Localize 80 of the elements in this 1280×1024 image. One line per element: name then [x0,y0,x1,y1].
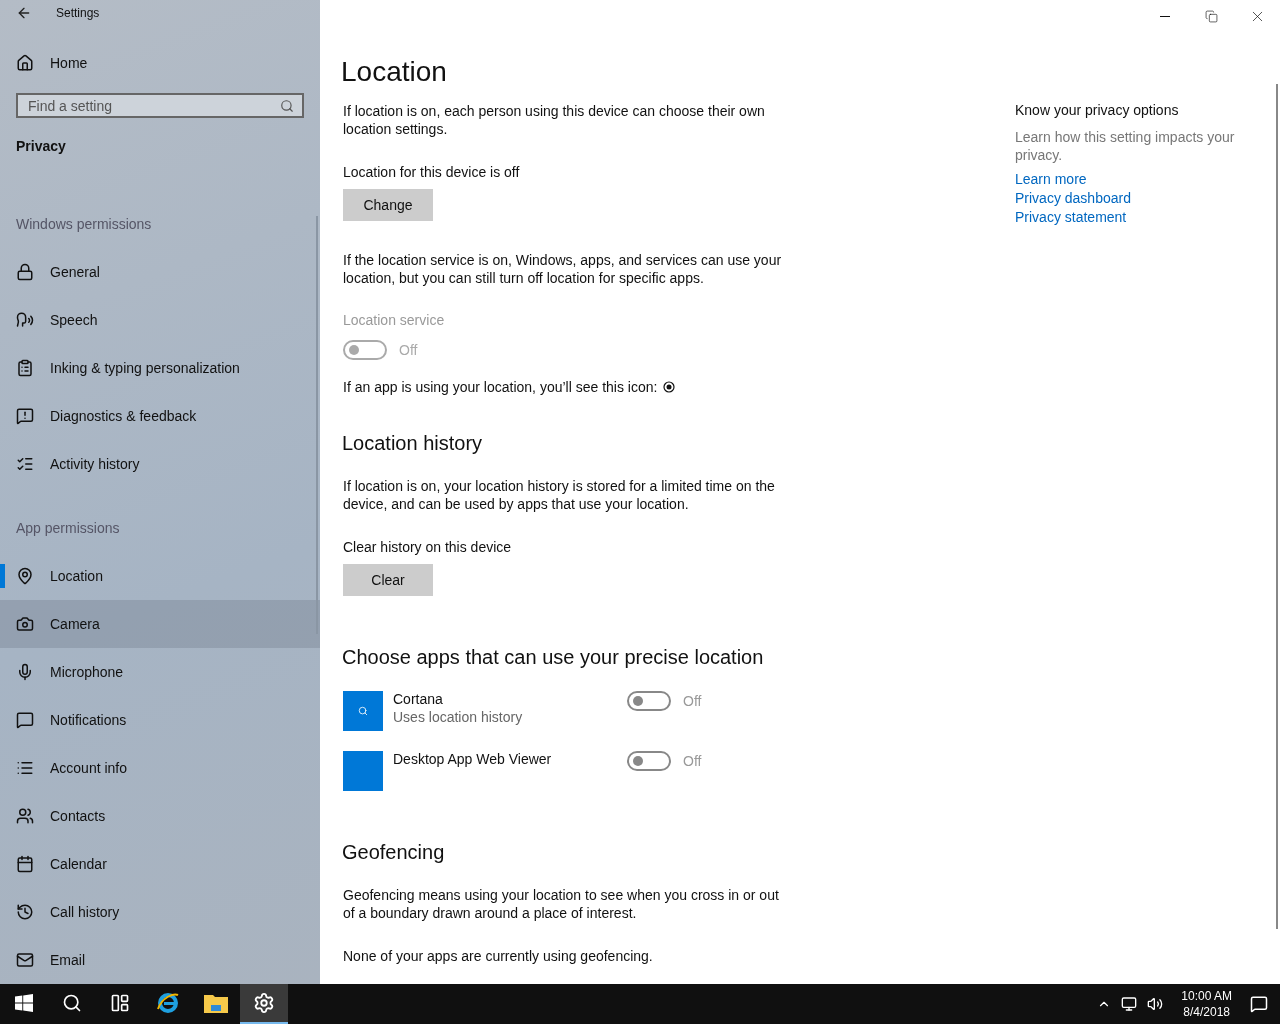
nav-icon [16,263,34,281]
nav-icon [16,359,34,377]
paragraph: Geofencing means using your location to see when you cross in or out of a boundary drawn around a place of interest. [343,886,780,922]
section-title: Geofencing [342,841,446,864]
link[interactable]: Privacy statement [1015,208,1255,227]
nav-item[interactable]: Notifications [0,696,320,744]
taskbar-button[interactable] [240,984,288,1024]
search-icon [280,98,294,113]
change-button[interactable]: Change [343,189,433,221]
clear-button[interactable]: Clear [343,564,433,596]
group-heading: App permissions [15,519,121,538]
clock[interactable]: 10:00 AM 8/4/2018 [1181,988,1232,1020]
link[interactable]: Learn more [1015,170,1255,189]
search-icon [358,706,368,716]
category-heading: Privacy [15,136,67,156]
status-text: Location for this device is off [343,163,521,181]
windows-logo-icon [15,994,33,1012]
nav-item[interactable]: Call history [0,888,320,936]
search-icon [62,993,82,1013]
toggle-switch[interactable] [627,691,671,711]
nav-item[interactable]: Diagnostics & feedback [0,392,320,440]
page-title: Location [341,56,448,88]
paragraph: None of your apps are currently using geofencing. [343,947,654,965]
volume-icon[interactable] [1147,996,1164,1012]
nav-icon [16,807,34,825]
toggle-label: Location service [343,312,446,328]
nav-icon [16,711,34,729]
nav-item[interactable]: Speech [0,296,320,344]
paragraph: If location is on, each person using this device can choose their own location settings. [343,102,766,138]
nav-icon [16,951,34,969]
link[interactable]: Privacy dashboard [1015,189,1255,208]
browser-icon [156,991,180,1015]
home-icon [16,54,34,73]
nav-item[interactable]: Activity history [0,440,320,488]
nav-item[interactable]: Inking & typing personalization [0,344,320,392]
nav-icon [16,855,34,873]
paragraph: If the location service is on, Windows, apps, and services can use your location, but you can still turn off location for specific apps. [343,251,783,287]
toggle-state: Off [399,342,418,358]
nav-item[interactable]: General [0,248,320,296]
nav-item[interactable]: Home [0,39,320,88]
app-name: Desktop App Web Viewer [393,751,553,767]
nav-item[interactable]: Calendar [0,840,320,888]
nav-item[interactable]: Email [0,936,320,984]
toggle-state: Off [683,693,702,709]
nav-icon [16,311,34,329]
app-detail: Uses location history [393,709,524,725]
nav-icon [16,455,34,473]
nav-item[interactable]: Camera [0,600,320,648]
aside-title: Know your privacy options [1015,102,1180,118]
paragraph: If location is on, your location history is stored for a limited time on the device, and can be used by apps that use your location. [343,477,776,513]
app-name: Cortana [393,691,444,707]
task-view-icon [110,993,130,1013]
nav-icon [16,759,34,777]
minimize-icon [1160,15,1170,17]
nav-icon [16,615,34,633]
toggle-state: Off [683,753,702,769]
group-heading: Windows permissions [15,215,153,234]
section-title: Location history [342,432,484,455]
toggle-switch[interactable] [627,751,671,771]
field-label: Clear history on this device [343,538,513,556]
nav-icon [16,663,34,681]
section-title: Choose apps that can use your precise location [342,646,765,669]
nav-item[interactable]: Contacts [0,792,320,840]
restore-icon [1204,9,1218,23]
nav-icon [16,903,34,921]
aside-text: Learn how this setting impacts your privacy. [1015,128,1236,164]
nav-item[interactable]: Location [0,552,320,600]
folder-icon [204,993,228,1013]
location-indicator-icon [663,381,676,393]
settings-icon [253,992,275,1014]
notifications-icon[interactable] [1250,995,1268,1013]
network-icon[interactable] [1121,996,1138,1012]
window-title: Settings [56,5,100,20]
nav-item[interactable]: Account info [0,744,320,792]
icon-note: If an app is using your location, you’ll see this icon: [343,378,658,396]
nav-item[interactable]: Microphone [0,648,320,696]
nav-icon [16,567,34,585]
app-tile [343,751,383,791]
search-field[interactable]: Find a setting [16,93,304,118]
nav-icon [16,407,34,425]
